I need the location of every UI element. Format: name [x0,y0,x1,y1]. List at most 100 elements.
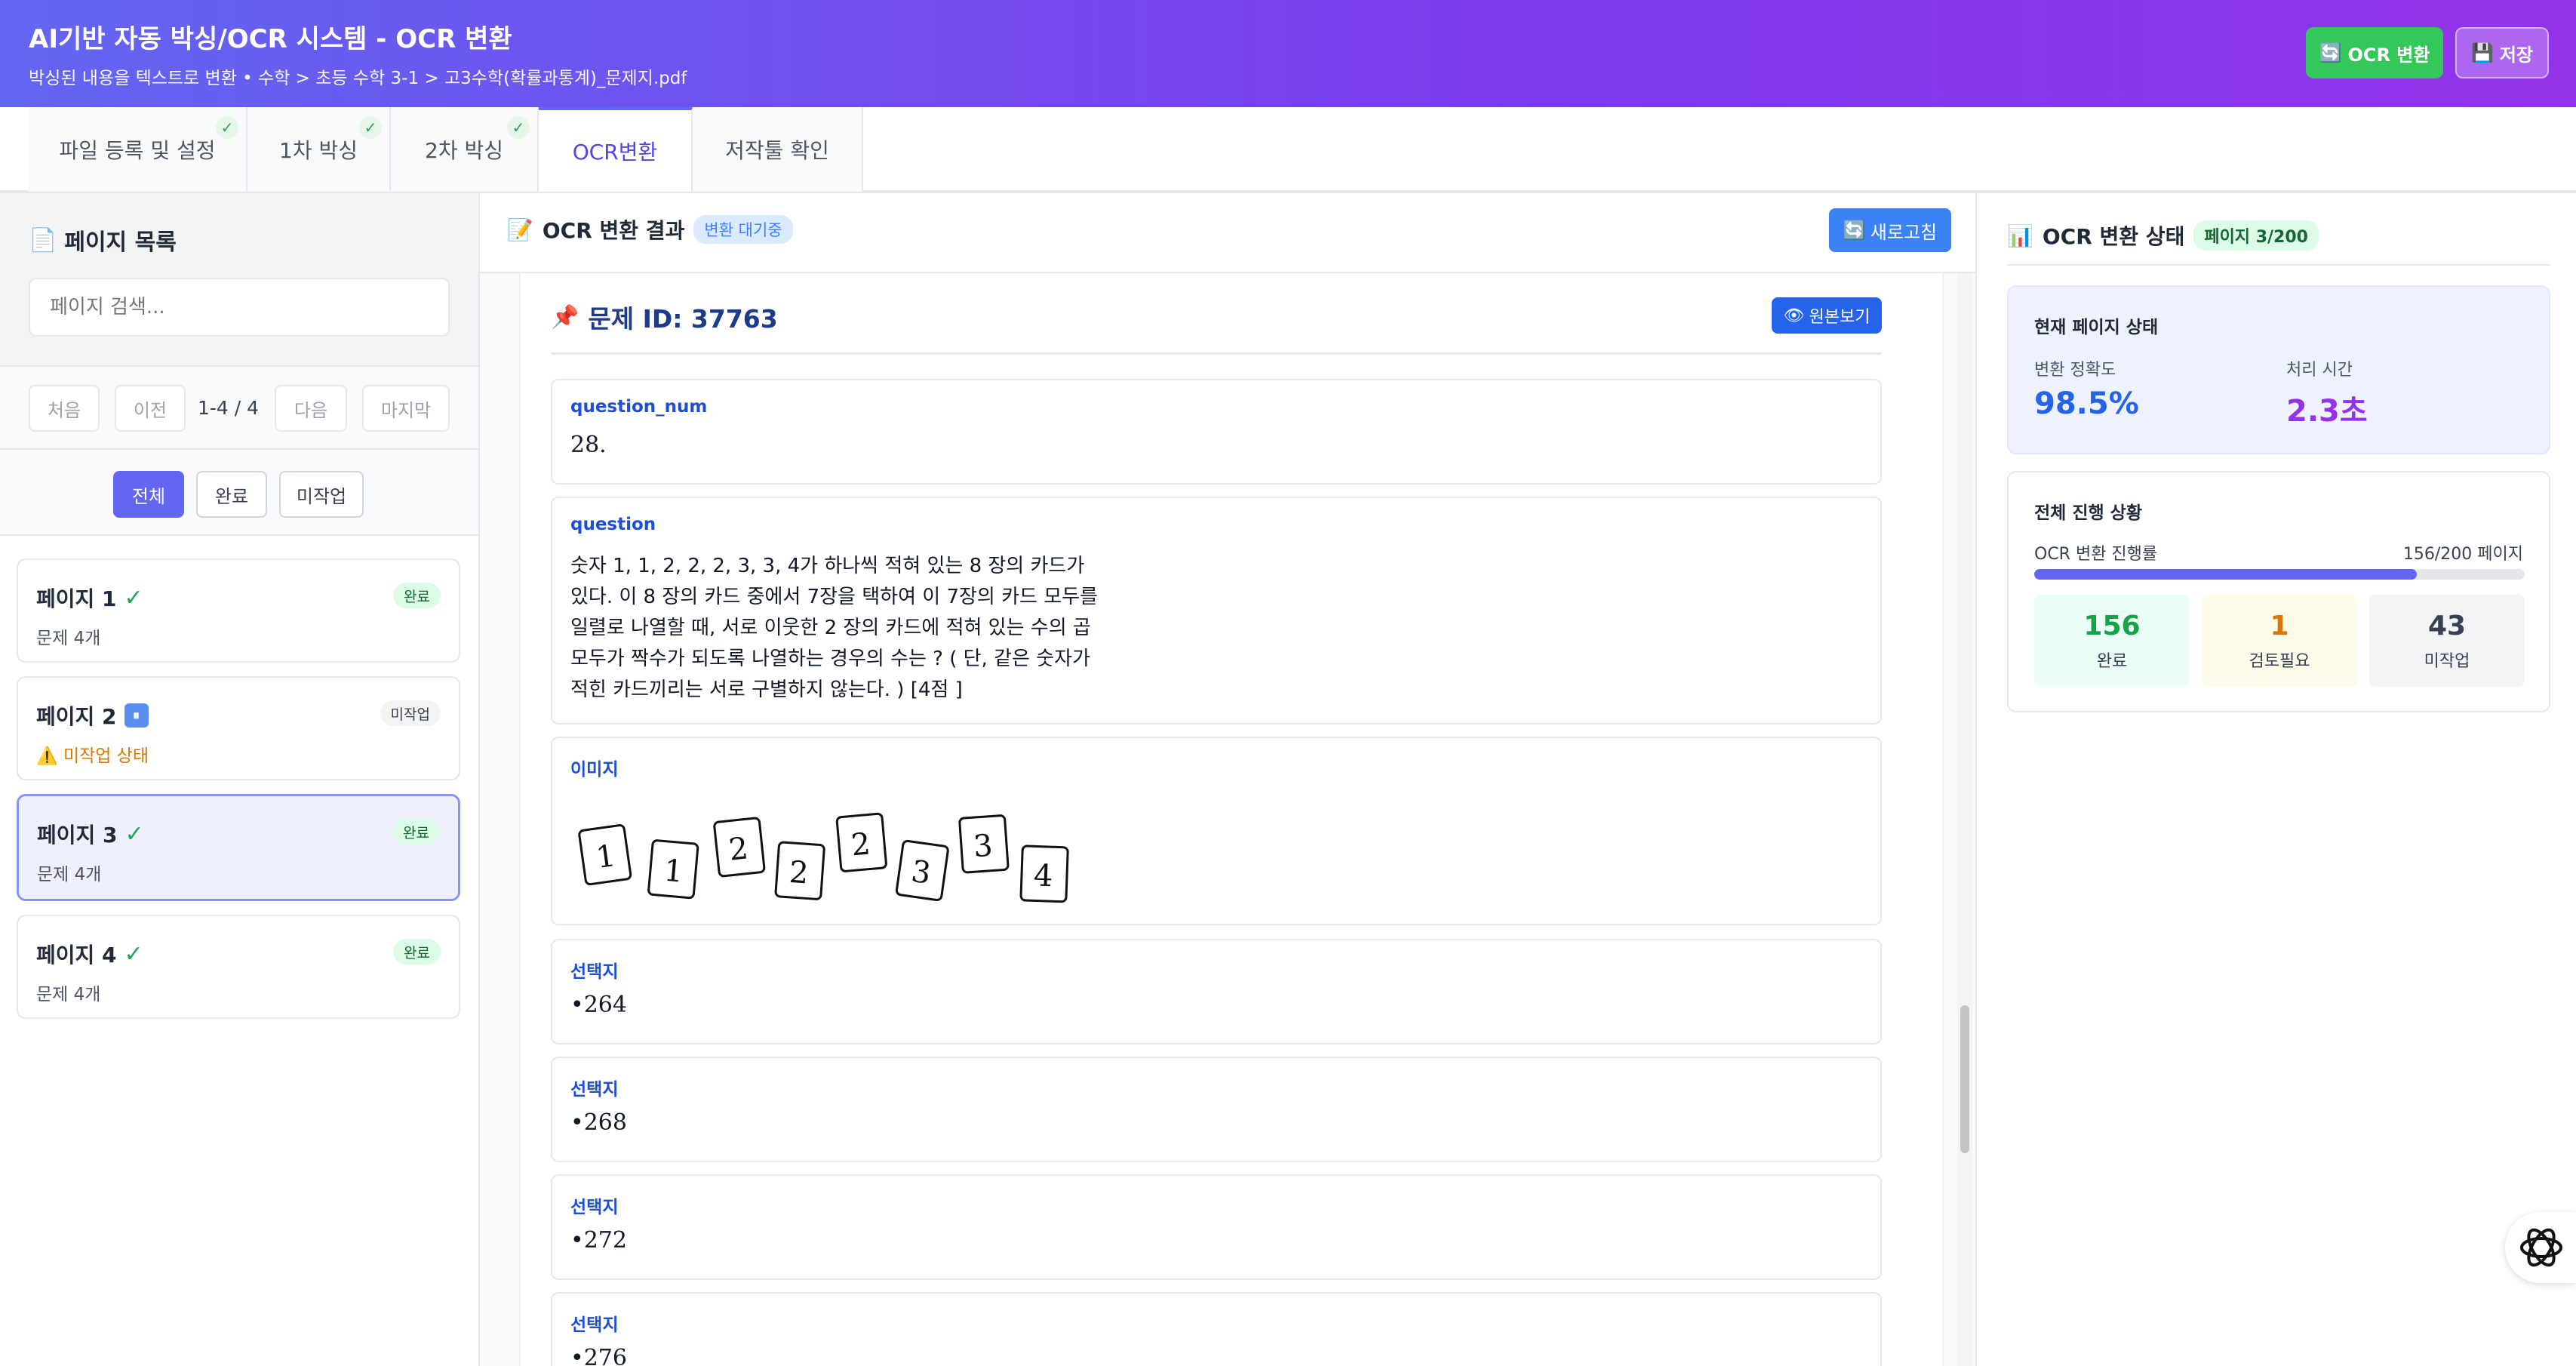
tab-label: 파일 등록 및 설정 [59,138,216,163]
sidebar-title: 📄 페이지 목록 [29,223,177,257]
ocr-convert-label: OCR 변환 [2347,44,2430,66]
page-name: 페이지 3 [37,823,118,848]
svg-text:2: 2 [850,826,871,863]
page-card-1[interactable]: 페이지 1 ✓ 완료 문제 4개 [17,558,460,663]
review-label: 검토필요 [2249,651,2310,671]
tab-boxing-1[interactable]: 1차 박싱 ✓ [247,107,391,192]
card-3: 2 [713,817,766,878]
card-2: 1 [647,839,699,900]
status-filters: 전체 완료 미작업 [0,450,478,536]
question-line: 숫자 1, 1, 2, 2, 2, 3, 3, 4가 하나씩 적혀 있는 8 장… [570,555,1085,577]
page-card-title: 페이지 2 ⏸ [36,700,149,731]
page-name: 페이지 4 [36,943,117,968]
card-4: 2 [774,841,825,900]
number-cards-image: 1 1 2 2 2 3 3 4 [578,812,1069,903]
page-name: 페이지 2 [36,704,117,729]
last-page-button[interactable]: 마지막 [362,385,450,432]
tab-boxing-2[interactable]: 2차 박싱 ✓ [391,107,539,192]
vertical-scrollbar[interactable] [1957,273,1972,1366]
save-button[interactable]: 💾 저장 [2455,27,2549,78]
choice-value: •272 [570,1227,627,1254]
page-icon: 📄 [29,226,57,254]
choice-value: •276 [570,1345,627,1366]
question-line: 있다. 이 8 장의 카드 중에서 7장을 택하여 이 7장의 카드 모두를 [570,586,1098,608]
tab-file-register[interactable]: 파일 등록 및 설정 ✓ [29,107,247,192]
card-1: 1 [578,824,632,886]
status-panel-title-text: OCR 변환 상태 [2042,224,2185,249]
tab-label: OCR변환 [572,140,658,165]
time-value: 2.3초 [2286,394,2368,429]
first-page-button[interactable]: 처음 [29,385,100,432]
ocr-content-scroll[interactable]: 📌 문제 ID: 37763 👁 원본보기 question_num 28. q… [519,273,1944,1366]
view-original-button[interactable]: 👁 원본보기 [1772,297,1882,334]
filter-done-button[interactable]: 완료 [196,471,267,518]
tab-authoring-check[interactable]: 저작툴 확인 [693,107,863,192]
progress-label: OCR 변환 진행률 [2034,545,2158,564]
progress-title: 전체 진행 상황 [2034,503,2142,523]
page-card-2[interactable]: 페이지 2 ⏸ 미작업 ⚠️ 미작업 상태 [17,676,460,780]
refresh-icon: 🔄 [2319,42,2342,63]
done-stat: 156 완료 [2034,595,2190,687]
app-title: AI기반 자동 박싱/OCR 시스템 - OCR 변환 [29,24,512,54]
next-page-button[interactable]: 다음 [275,385,347,432]
page-card-3[interactable]: 페이지 3 ✓ 완료 문제 4개 [17,794,460,901]
time-label: 처리 시간 [2286,361,2353,380]
refresh-button[interactable]: 🔄 새로고침 [1829,208,1951,252]
progress-text: 156/200 페이지 [2402,545,2523,564]
breadcrumb: 박싱된 내용을 텍스트로 변환 • 수학 > 초등 수학 3-1 > 고3수학(… [29,69,687,88]
ocr-result-panel: 📝 OCR 변환 결과 변환 대기중 🔄 새로고침 📌 문제 ID: 37763… [480,193,1975,1366]
assistant-logo-icon [2520,1228,2562,1267]
done-label: 완료 [2096,651,2128,671]
tab-label: 저작툴 확인 [725,138,829,163]
field-question[interactable]: question 숫자 1, 1, 2, 2, 2, 3, 3, 4가 하나씩 … [551,497,1882,725]
view-original-label: 원본보기 [1809,308,1871,327]
page-card-4[interactable]: 페이지 4 ✓ 완료 문제 4개 [17,915,460,1019]
scrollbar-thumb[interactable] [1960,1005,1969,1153]
field-choice-1[interactable]: 선택지 •264 [551,939,1882,1044]
pagination: 처음 이전 1-4 / 4 다음 마지막 [0,367,478,450]
page-name: 페이지 1 [36,586,117,611]
page-search-input[interactable] [29,278,450,337]
field-label: 선택지 [570,1315,619,1335]
done-count: 156 [2083,610,2141,641]
question-id-text: 문제 ID: 37763 [588,304,778,334]
field-choice-2[interactable]: 선택지 •268 [551,1057,1882,1162]
check-icon: ✓ [124,820,144,848]
check-icon: ✓ [507,116,530,139]
field-label: 선택지 [570,1198,619,1217]
refresh-label: 새로고침 [1870,221,1938,243]
prev-page-button[interactable]: 이전 [115,385,186,432]
tab-ocr[interactable]: OCR변환 [539,107,693,192]
eye-icon: 👁 [1783,306,1805,325]
field-label: 이미지 [570,760,619,780]
tab-label: 1차 박싱 [279,138,358,163]
page-question-count: 문제 4개 [36,985,101,1005]
field-image[interactable]: 이미지 1 1 2 2 2 3 3 4 [551,737,1882,925]
field-question-num[interactable]: question_num 28. [551,379,1882,485]
question-id: 📌 문제 ID: 37763 [551,299,778,335]
status-badge: 미작업 [380,700,441,726]
review-stat: 1 검토필요 [2202,595,2357,687]
field-label: 선택지 [570,962,619,982]
status-badge: 완료 [392,819,440,845]
field-value: 28. [570,432,607,458]
page-question-count: 문제 4개 [37,865,102,885]
status-badge: 완료 [393,939,441,965]
pushpin-icon: 📌 [551,303,579,331]
status-badge: 완료 [393,583,441,608]
app-header: AI기반 자동 박싱/OCR 시스템 - OCR 변환 박싱된 내용을 텍스트로… [0,0,2576,107]
ocr-convert-button[interactable]: 🔄 OCR 변환 [2306,27,2443,78]
svg-text:2: 2 [788,855,810,891]
floppy-disk-icon: 💾 [2470,42,2494,63]
progress-bar [2034,569,2525,580]
assistant-floating-button[interactable] [2505,1212,2576,1283]
card-5: 2 [835,812,887,872]
filter-all-button[interactable]: 전체 [113,471,184,518]
todo-label: 미작업 [2424,651,2470,671]
field-choice-4[interactable]: 선택지 •276 [551,1292,1882,1366]
field-choice-3[interactable]: 선택지 •272 [551,1174,1882,1280]
refresh-icon: 🔄 [1843,220,1866,241]
bar-chart-icon: 📊 [2007,223,2033,248]
filter-todo-button[interactable]: 미작업 [279,471,364,518]
ocr-result-title: 📝 OCR 변환 결과 변환 대기중 [507,214,793,245]
